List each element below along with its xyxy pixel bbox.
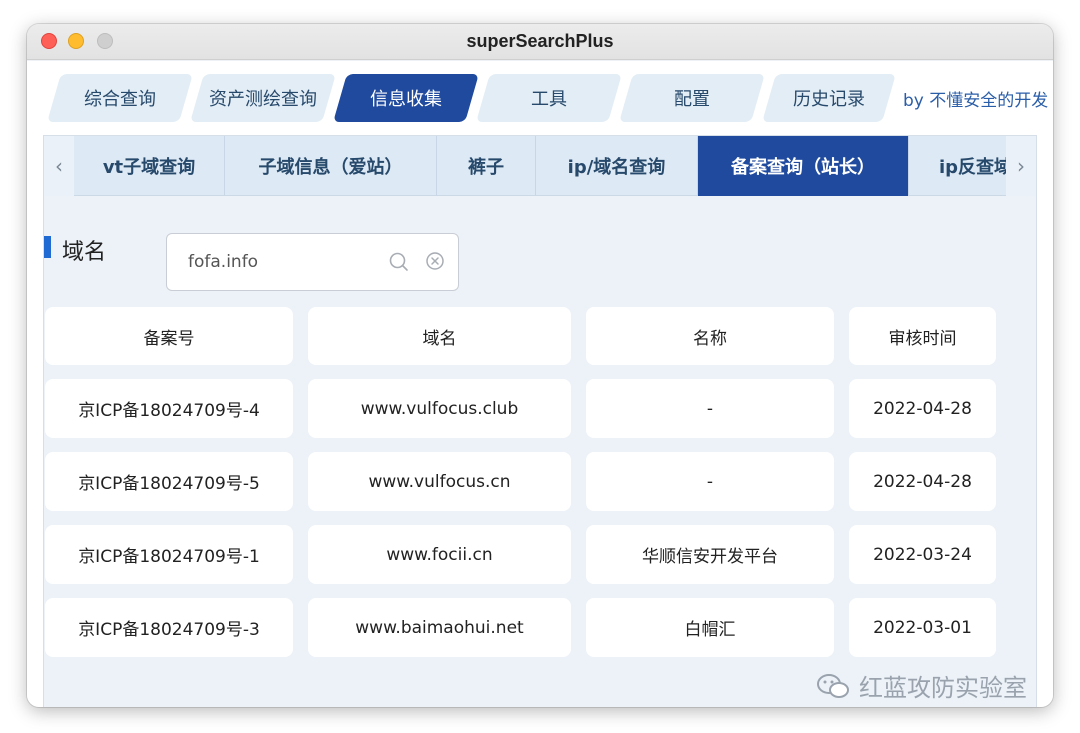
chevron-right-icon[interactable]: › xyxy=(1006,136,1036,196)
clear-icon[interactable] xyxy=(425,251,445,271)
column-header-review-date: 审核时间 xyxy=(849,307,996,365)
tab-tools[interactable]: 工具 xyxy=(476,74,622,122)
table-cell: www.focii.cn xyxy=(308,525,571,584)
tab-icp-record-query[interactable]: 备案查询（站长） xyxy=(698,136,909,196)
section-marker xyxy=(44,236,51,258)
chevron-left-icon[interactable]: ‹ xyxy=(44,136,74,196)
table-cell: 2022-03-24 xyxy=(849,525,996,584)
wechat-icon xyxy=(817,673,849,698)
table-cell: 2022-04-28 xyxy=(849,452,996,511)
tab-comprehensive-query[interactable]: 综合查询 xyxy=(47,74,193,122)
app-window: superSearchPlus 综合查询 资产测绘查询 信息收集 工具 配置 历… xyxy=(27,24,1053,707)
column-header-name: 名称 xyxy=(586,307,834,365)
table-cell: www.vulfocus.club xyxy=(308,379,571,438)
search-icon[interactable] xyxy=(388,251,410,273)
watermark: 红蓝攻防实验室 xyxy=(815,668,1027,703)
table-cell: 白帽汇 xyxy=(586,598,834,657)
window-title: superSearchPlus xyxy=(466,31,614,51)
table-cell: 京ICP备18024709号-1 xyxy=(45,525,293,584)
table-cell: - xyxy=(586,379,834,438)
author-byline: by 不懂安全的开发 xyxy=(903,91,1049,111)
table-cell: 京ICP备18024709号-4 xyxy=(45,379,293,438)
tab-kuzi[interactable]: 裤子 xyxy=(437,136,536,196)
table-cell: www.baimaohui.net xyxy=(308,598,571,657)
domain-label: 域名 xyxy=(62,240,107,265)
tab-ip-domain-query[interactable]: ip/域名查询 xyxy=(536,136,698,196)
main-content: 综合查询 资产测绘查询 信息收集 工具 配置 历史记录 by 不懂安全的开发 ‹ xyxy=(27,61,1053,707)
table-cell: 2022-04-28 xyxy=(849,379,996,438)
tab-information-gathering[interactable]: 信息收集 xyxy=(333,74,479,122)
watermark-text: 红蓝攻防实验室 xyxy=(859,674,1027,702)
tab-subdomain-info-aizhan[interactable]: 子域信息（爱站） xyxy=(225,136,437,196)
search-value: fofa.info xyxy=(188,252,259,272)
tab-ip-reverse-domain[interactable]: ip反查域 xyxy=(909,136,1006,196)
table-cell: 京ICP备18024709号-3 xyxy=(45,598,293,657)
info-gathering-panel: ‹ vt子域查询 子域信息（爱站） 裤子 ip/域名查询 备案查询（站长） ip… xyxy=(43,135,1037,707)
table-cell: 2022-03-01 xyxy=(849,598,996,657)
tab-asset-mapping-query[interactable]: 资产测绘查询 xyxy=(190,74,336,122)
tab-history[interactable]: 历史记录 xyxy=(762,74,896,122)
table-cell: - xyxy=(586,452,834,511)
tab-settings[interactable]: 配置 xyxy=(619,74,765,122)
tab-vt-subdomain[interactable]: vt子域查询 xyxy=(74,136,225,196)
column-header-domain: 域名 xyxy=(308,307,571,365)
sub-tab-bar: ‹ vt子域查询 子域信息（爱站） 裤子 ip/域名查询 备案查询（站长） ip… xyxy=(44,136,1036,196)
domain-search-input[interactable]: fofa.info xyxy=(166,233,459,291)
column-header-record-number: 备案号 xyxy=(45,307,293,365)
title-bar: superSearchPlus xyxy=(27,24,1053,60)
table-cell: 华顺信安开发平台 xyxy=(586,525,834,584)
table-cell: 京ICP备18024709号-5 xyxy=(45,452,293,511)
table-cell: www.vulfocus.cn xyxy=(308,452,571,511)
